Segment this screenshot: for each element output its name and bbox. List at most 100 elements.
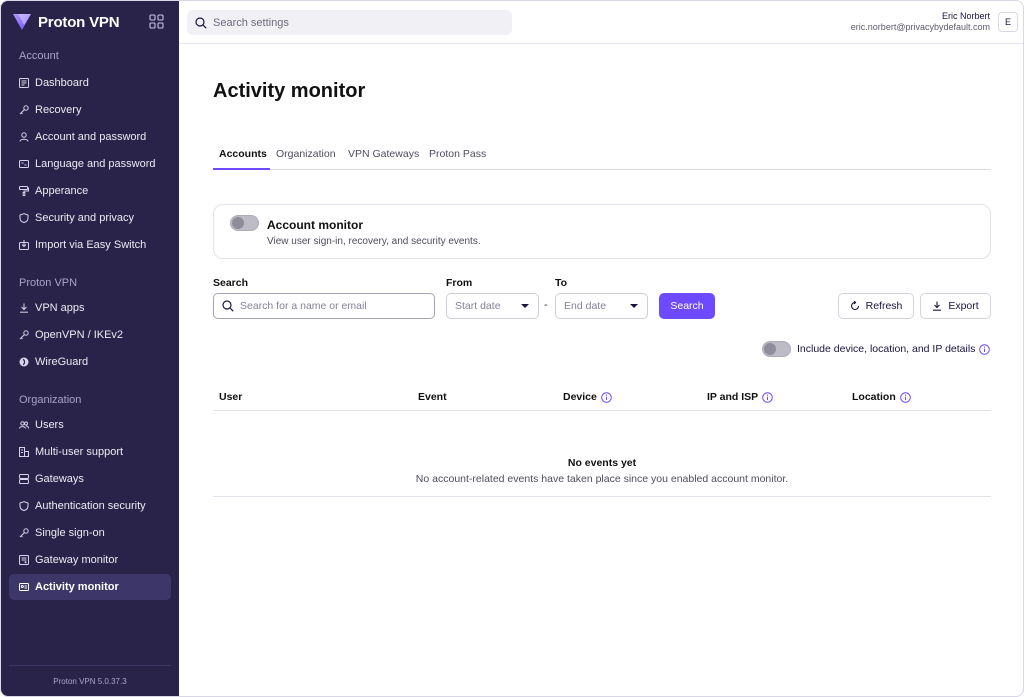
search-button[interactable]: Search bbox=[659, 293, 715, 319]
tab-bar: Accounts Organization VPN Gateways Proto… bbox=[213, 145, 991, 170]
sidebar-item-label: Users bbox=[35, 419, 64, 431]
sidebar-item-account-and-password[interactable]: Account and password bbox=[9, 124, 171, 150]
buildings-icon bbox=[19, 447, 29, 457]
proton-vpn-logo-icon bbox=[13, 14, 31, 30]
sidebar-item-gateway-monitor[interactable]: Gateway monitor bbox=[9, 547, 171, 573]
user-info[interactable]: Eric Norbert eric.norbert@privacybydefau… bbox=[851, 11, 990, 32]
sidebar-item-single-sign-on[interactable]: Single sign-on bbox=[9, 520, 171, 546]
sidebar-item-activity-monitor[interactable]: Activity monitor bbox=[9, 574, 171, 600]
account-monitor-description: View user sign-in, recovery, and securit… bbox=[267, 236, 481, 247]
sidebar-item-label: Activity monitor bbox=[35, 581, 119, 593]
sidebar-item-wireguard[interactable]: WireGuard bbox=[9, 349, 171, 375]
export-button[interactable]: Export bbox=[920, 293, 991, 319]
sidebar-item-label: Recovery bbox=[35, 104, 82, 116]
sidebar-item-label: Language and password bbox=[35, 158, 156, 170]
tab-organization[interactable]: Organization bbox=[276, 148, 336, 160]
users-icon bbox=[19, 420, 29, 430]
tab-proton-pass[interactable]: Proton Pass bbox=[429, 148, 486, 160]
start-date-select[interactable]: Start date bbox=[446, 293, 539, 319]
account-monitor-title: Account monitor bbox=[267, 218, 363, 232]
language-icon bbox=[19, 159, 29, 169]
empty-state-title: No events yet bbox=[567, 457, 637, 469]
sidebar-item-gateways[interactable]: Gateways bbox=[9, 466, 171, 492]
tab-vpn-gateways[interactable]: VPN Gateways bbox=[348, 148, 419, 160]
paint-roller-icon bbox=[19, 186, 29, 196]
refresh-button[interactable]: Refresh bbox=[838, 293, 914, 319]
column-ip-and-isp: IP and ISP bbox=[707, 391, 773, 403]
include-details-label: Include device, location, and IP details bbox=[797, 343, 976, 355]
sidebar-item-label: VPN apps bbox=[35, 302, 85, 314]
column-event: Event bbox=[418, 391, 447, 403]
sidebar-item-appearance[interactable]: Apperance bbox=[9, 178, 171, 204]
key-icon bbox=[19, 105, 29, 115]
sidebar-item-label: Account and password bbox=[35, 131, 147, 143]
dashboard-icon bbox=[19, 78, 29, 88]
sidebar-item-label: Security and privacy bbox=[35, 212, 135, 224]
apps-grid-icon[interactable] bbox=[149, 14, 164, 29]
wireguard-icon bbox=[19, 357, 29, 367]
export-button-label: Export bbox=[948, 300, 979, 312]
active-tab-indicator bbox=[213, 168, 270, 170]
info-icon[interactable] bbox=[979, 343, 991, 355]
start-date-placeholder: Start date bbox=[455, 300, 501, 312]
end-date-select[interactable]: End date bbox=[555, 293, 648, 319]
empty-state-description: No account-related events have taken pla… bbox=[415, 473, 789, 485]
sidebar-item-recovery[interactable]: Recovery bbox=[9, 97, 171, 123]
info-icon[interactable] bbox=[899, 391, 911, 403]
sidebar-item-label: Import via Easy Switch bbox=[35, 239, 147, 251]
app-window: Proton VPN Account Dashboard Recovery Ac… bbox=[0, 0, 1024, 697]
info-icon[interactable] bbox=[601, 391, 612, 403]
sidebar-item-label: Multi-user support bbox=[35, 446, 124, 458]
sidebar-item-vpn-apps[interactable]: VPN apps bbox=[9, 295, 171, 321]
include-details-toggle[interactable] bbox=[762, 341, 791, 357]
id-card-icon bbox=[19, 582, 29, 592]
date-separator: - bbox=[544, 299, 548, 311]
sidebar-item-import-easy-switch[interactable]: Import via Easy Switch bbox=[9, 232, 171, 258]
shield-icon bbox=[19, 213, 29, 223]
sidebar-item-security-and-privacy[interactable]: Security and privacy bbox=[9, 205, 171, 231]
brand-logo[interactable]: Proton VPN bbox=[12, 12, 120, 32]
user-email: eric.norbert@privacybydefault.com bbox=[850, 22, 990, 32]
sidebar-item-openvpn-ikev2[interactable]: OpenVPN / IKEv2 bbox=[9, 322, 171, 348]
include-details-row: Include device, location, and IP details bbox=[762, 341, 991, 357]
table-bottom-divider bbox=[213, 496, 991, 497]
sidebar-item-language[interactable]: Language and password bbox=[9, 151, 171, 177]
events-table-header: User Event Device IP and ISP Location bbox=[213, 385, 991, 411]
sidebar-item-multi-user-support[interactable]: Multi-user support bbox=[9, 439, 171, 465]
user-search-input[interactable] bbox=[240, 300, 420, 312]
server-icon bbox=[19, 474, 29, 484]
download-icon bbox=[19, 303, 29, 313]
sidebar-item-dashboard[interactable]: Dashboard bbox=[9, 70, 171, 96]
settings-search-input[interactable] bbox=[213, 16, 493, 29]
user-search-field[interactable] bbox=[213, 293, 435, 319]
avatar[interactable]: E bbox=[998, 12, 1018, 32]
search-label: Search bbox=[213, 277, 249, 289]
search-icon bbox=[222, 300, 234, 312]
column-device: Device bbox=[563, 391, 612, 403]
end-date-placeholder: End date bbox=[564, 300, 607, 312]
user-name: Eric Norbert bbox=[941, 11, 990, 21]
top-bar: Eric Norbert eric.norbert@privacybydefau… bbox=[179, 1, 1023, 44]
user-icon bbox=[19, 132, 29, 142]
info-icon[interactable] bbox=[762, 391, 773, 403]
sidebar: Proton VPN Account Dashboard Recovery Ac… bbox=[1, 1, 179, 696]
sidebar-item-label: WireGuard bbox=[35, 356, 89, 368]
sidebar-item-label: OpenVPN / IKEv2 bbox=[35, 329, 124, 341]
sidebar-divider bbox=[9, 665, 171, 666]
sidebar-item-users[interactable]: Users bbox=[9, 412, 171, 438]
account-monitor-toggle[interactable] bbox=[230, 215, 259, 231]
sidebar-item-label: Gateways bbox=[35, 473, 84, 485]
sidebar-item-label: Gateway monitor bbox=[35, 554, 119, 566]
key-icon bbox=[19, 528, 29, 538]
download-icon bbox=[932, 301, 942, 311]
to-label: To bbox=[555, 277, 568, 289]
chevron-down-icon bbox=[521, 304, 529, 308]
tab-accounts[interactable]: Accounts bbox=[219, 148, 267, 160]
refresh-button-label: Refresh bbox=[865, 300, 903, 312]
section-title-account: Account bbox=[19, 50, 59, 62]
brand-name: Proton VPN bbox=[38, 13, 120, 31]
column-user: User bbox=[219, 391, 243, 403]
column-location: Location bbox=[852, 391, 911, 403]
settings-search[interactable] bbox=[187, 10, 512, 35]
sidebar-item-authentication-security[interactable]: Authentication security bbox=[9, 493, 171, 519]
